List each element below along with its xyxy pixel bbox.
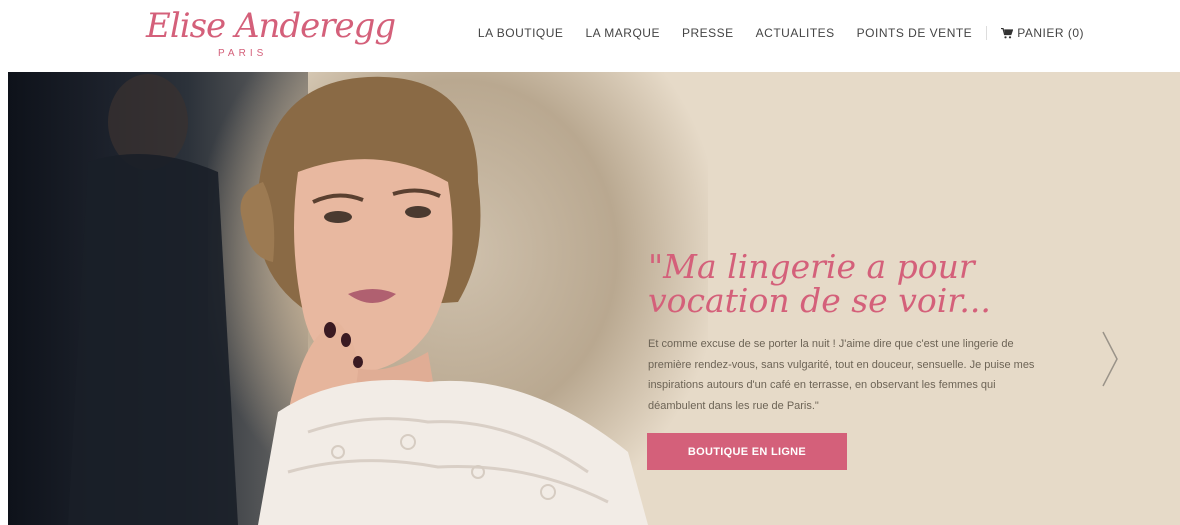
brand-logo[interactable]: Elise Anderegg PARIS <box>146 6 396 66</box>
nav-item-presse[interactable]: PRESSE <box>682 26 734 40</box>
main-nav: LA BOUTIQUE LA MARQUE PRESSE ACTUALITES … <box>478 26 1084 40</box>
hero-quote-line-1: "Ma lingerie a pour <box>648 247 975 286</box>
site-header: Elise Anderegg PARIS LA BOUTIQUE LA MARQ… <box>0 0 1180 72</box>
nav-divider <box>986 26 988 40</box>
hero-banner: "Ma lingerie a pour vocation de se voir.… <box>8 72 1180 525</box>
brand-name: Elise Anderegg <box>146 6 396 46</box>
nav-item-points-de-vente[interactable]: POINTS DE VENTE <box>857 26 973 40</box>
shop-online-button[interactable]: BOUTIQUE EN LIGNE <box>647 433 847 470</box>
hero-quote-body: Et comme excuse de se porter la nuit ! J… <box>648 338 1035 412</box>
hero-model-image <box>68 74 648 525</box>
nav-item-marque[interactable]: LA MARQUE <box>585 26 660 40</box>
chevron-right-icon[interactable] <box>1100 330 1120 388</box>
cart-link[interactable]: PANIER (0) <box>1001 26 1084 40</box>
nav-item-actualites[interactable]: ACTUALITES <box>756 26 835 40</box>
hero-quote-line-2: vocation de se voir... <box>648 281 991 320</box>
hero-quote-title: "Ma lingerie a pour vocation de se voir.… <box>648 250 1068 318</box>
brand-city: PARIS <box>218 48 268 59</box>
nav-item-boutique[interactable]: LA BOUTIQUE <box>478 26 564 40</box>
cart-icon <box>1001 27 1014 38</box>
cart-label: PANIER (0) <box>1017 26 1084 40</box>
